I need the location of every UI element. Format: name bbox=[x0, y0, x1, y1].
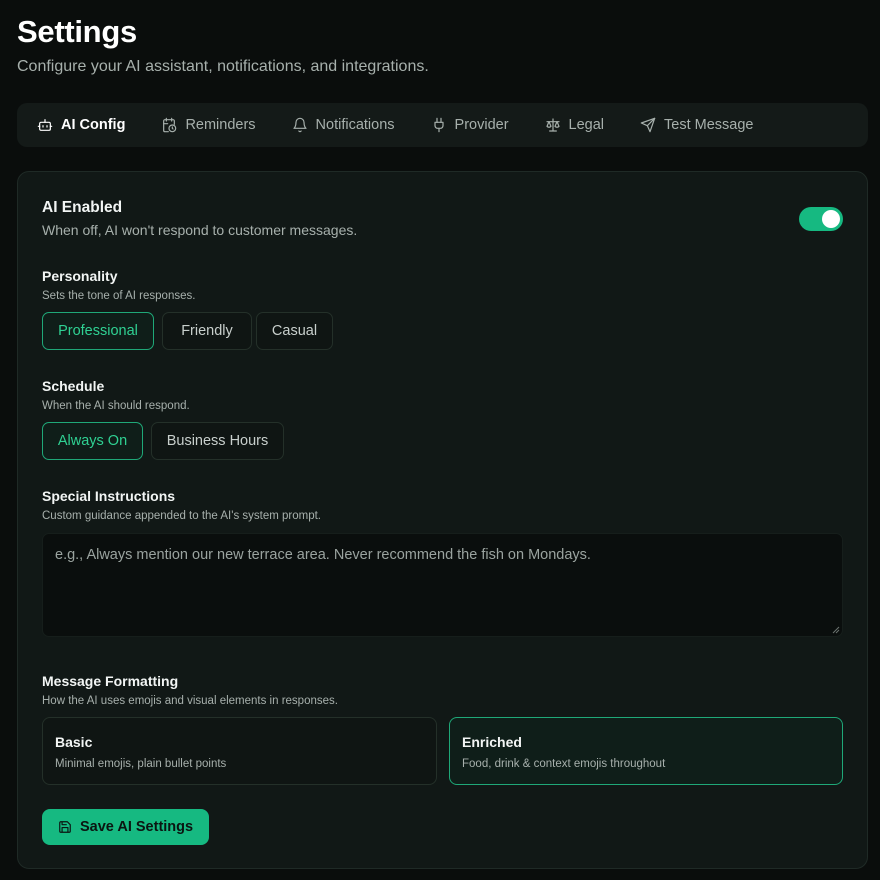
schedule-option-always-on[interactable]: Always On bbox=[42, 422, 143, 460]
ai-enabled-toggle[interactable] bbox=[799, 207, 843, 231]
tab-label: Provider bbox=[454, 117, 509, 133]
ai-config-panel: AI Enabled When off, AI won't respond to… bbox=[17, 171, 868, 869]
tab-label: AI Config bbox=[61, 117, 126, 133]
tab-notifications[interactable]: Notifications bbox=[292, 117, 395, 133]
special-instructions-title: Special Instructions bbox=[42, 488, 176, 504]
resize-handle-icon[interactable] bbox=[832, 626, 840, 634]
tab-label: Test Message bbox=[664, 117, 754, 133]
special-instructions-description: Custom guidance appended to the AI's sys… bbox=[42, 510, 321, 522]
tab-reminders[interactable]: Reminders bbox=[161, 117, 256, 133]
save-button-label: Save AI Settings bbox=[80, 819, 194, 835]
save-icon bbox=[59, 821, 71, 833]
tab-provider[interactable]: Provider bbox=[431, 117, 509, 133]
bell-icon bbox=[292, 117, 307, 133]
formatting-option-description: Minimal emojis, plain bullet points bbox=[55, 758, 227, 770]
schedule-option-business-hours[interactable]: Business Hours bbox=[151, 422, 284, 460]
tab-label: Reminders bbox=[185, 117, 256, 133]
personality-option-casual[interactable]: Casual bbox=[256, 312, 333, 350]
personality-option-friendly[interactable]: Friendly bbox=[162, 312, 252, 350]
bot-icon bbox=[37, 119, 53, 131]
tab-test-message[interactable]: Test Message bbox=[640, 117, 753, 133]
schedule-title: Schedule bbox=[42, 378, 105, 394]
tab-label: Notifications bbox=[315, 117, 395, 133]
ai-enabled-title: AI Enabled bbox=[42, 199, 123, 216]
send-icon bbox=[640, 117, 656, 133]
scale-icon bbox=[545, 118, 560, 132]
save-ai-settings-button[interactable]: Save AI Settings bbox=[42, 809, 210, 845]
personality-description: Sets the tone of AI responses. bbox=[42, 290, 196, 302]
message-formatting-description: How the AI uses emojis and visual elemen… bbox=[42, 695, 338, 707]
personality-option-professional[interactable]: Professional bbox=[42, 312, 154, 350]
personality-title: Personality bbox=[42, 268, 118, 284]
formatting-option-enriched[interactable]: Enriched Food, drink & context emojis th… bbox=[449, 717, 843, 785]
textarea-placeholder: e.g., Always mention our new terrace are… bbox=[55, 547, 591, 563]
ai-enabled-description: When off, AI won't respond to customer m… bbox=[42, 222, 358, 238]
formatting-option-title: Basic bbox=[55, 734, 93, 750]
schedule-description: When the AI should respond. bbox=[42, 400, 190, 412]
tab-label: Legal bbox=[568, 117, 605, 133]
formatting-option-title: Enriched bbox=[462, 734, 522, 750]
toggle-knob bbox=[822, 210, 840, 228]
calendar-clock-icon bbox=[163, 117, 177, 133]
plug-icon bbox=[433, 117, 444, 133]
message-formatting-title: Message Formatting bbox=[42, 673, 179, 689]
tab-legal[interactable]: Legal bbox=[545, 117, 604, 133]
special-instructions-textarea[interactable]: e.g., Always mention our new terrace are… bbox=[42, 533, 843, 637]
page-subtitle: Configure your AI assistant, notificatio… bbox=[17, 58, 429, 75]
formatting-option-description: Food, drink & context emojis throughout bbox=[462, 758, 666, 770]
tab-ai-config[interactable]: AI Config bbox=[37, 117, 125, 133]
formatting-option-basic[interactable]: Basic Minimal emojis, plain bullet point… bbox=[42, 717, 437, 785]
page-title: Settings bbox=[17, 14, 137, 49]
settings-tab-bar: AI Config Reminders Notifications Provid… bbox=[17, 103, 868, 147]
